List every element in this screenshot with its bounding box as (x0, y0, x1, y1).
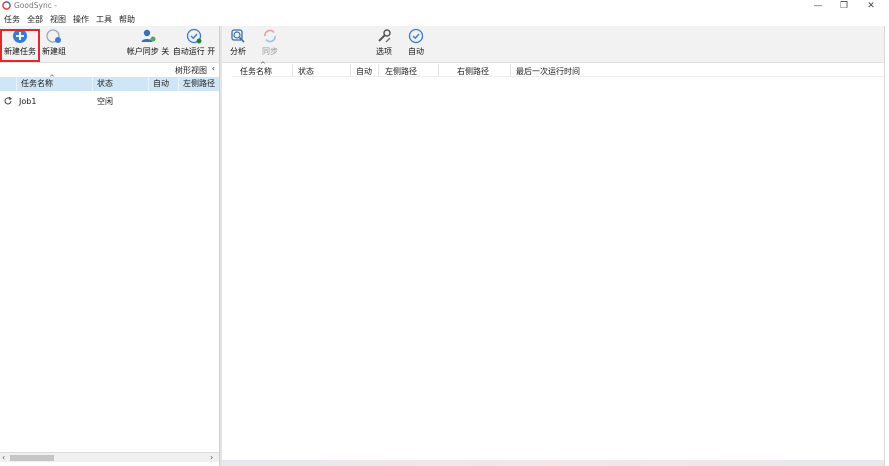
header-status[interactable]: 状态 (93, 77, 149, 91)
menu-help[interactable]: 帮助 (119, 14, 135, 25)
scroll-right-icon[interactable]: › (210, 453, 213, 462)
menu-action[interactable]: 操作 (73, 14, 89, 25)
magnifier-icon (231, 29, 245, 43)
options-button[interactable]: 选项 (372, 28, 396, 61)
rheader-status[interactable]: 状态 (298, 66, 314, 77)
user-icon (141, 29, 156, 42)
right-toolbar: 分析 同步 选项 自动 (222, 26, 884, 63)
column-divider[interactable] (438, 64, 439, 77)
close-icon[interactable]: ✕ (858, 0, 884, 12)
scrollbar-thumb[interactable] (10, 455, 54, 461)
analyze-label: 分析 (230, 47, 246, 56)
left-table-header: 任务名称 状态 自动 左侧路径 (0, 77, 219, 91)
column-divider[interactable] (378, 64, 379, 77)
restore-icon[interactable]: ❐ (831, 0, 857, 12)
header-spacer (0, 77, 17, 91)
scroll-left-icon[interactable]: ‹ (2, 453, 5, 462)
menu-all[interactable]: 全部 (27, 14, 43, 25)
sort-up-icon: ^ (260, 61, 266, 69)
header-job-name[interactable]: 任务名称 (17, 77, 93, 91)
clock-check-icon (408, 28, 424, 44)
column-divider[interactable] (510, 64, 511, 77)
auto-button[interactable]: 自动 (404, 28, 428, 61)
right-table-header: 任务名称 ^ 状态 自动 左侧路径 右侧路径 最后一次运行时间 (232, 61, 884, 77)
new-group-label: 新建组 (42, 47, 66, 56)
column-divider[interactable] (292, 64, 293, 77)
menu-bar: 任务 全部 视图 操作 工具 帮助 (0, 12, 889, 25)
auto-label: 自动 (408, 47, 424, 56)
right-scrollbar[interactable] (884, 26, 889, 466)
chevron-left-icon: ‹ (211, 64, 215, 73)
sort-up-icon: ^ (49, 74, 55, 82)
refresh-icon (4, 96, 12, 105)
sync-icon (264, 29, 276, 43)
account-sync-label: 帐户同步 关 (126, 47, 170, 56)
clock-check-icon (186, 28, 202, 44)
sync-button[interactable]: 同步 (258, 28, 282, 61)
options-label: 选项 (376, 47, 392, 56)
rheader-auto[interactable]: 自动 (356, 66, 372, 77)
menu-job[interactable]: 任务 (4, 14, 20, 25)
menu-tools[interactable]: 工具 (96, 14, 112, 25)
column-divider[interactable] (350, 64, 351, 77)
status-strip (222, 460, 884, 466)
new-group-button[interactable]: 新建组 (40, 28, 68, 61)
rheader-left-path[interactable]: 左侧路径 (385, 66, 417, 77)
header-auto[interactable]: 自动 (149, 77, 179, 91)
minimize-icon[interactable]: — (805, 0, 831, 12)
title-bar: GoodSync - — ❐ ✕ (0, 0, 889, 12)
wrench-icon (378, 29, 391, 43)
goodsync-logo-icon (2, 1, 11, 10)
rheader-right-path[interactable]: 右侧路径 (457, 66, 489, 77)
horizontal-scrollbar[interactable]: ‹ › (0, 452, 219, 462)
auto-run-button[interactable]: 自动运行 开 (172, 28, 216, 61)
auto-run-label: 自动运行 开 (172, 47, 216, 56)
job-name: Job1 (19, 96, 37, 106)
sync-label: 同步 (262, 47, 278, 56)
rheader-job-name[interactable]: 任务名称 (240, 66, 272, 77)
new-group-icon (46, 29, 61, 43)
selection-highlight (0, 29, 40, 62)
header-left-path[interactable]: 左侧路径 (179, 77, 219, 91)
job-status: 空闲 (97, 96, 113, 106)
menu-view[interactable]: 视图 (50, 14, 66, 25)
account-sync-button[interactable]: 帐户同步 关 (126, 28, 170, 61)
table-row[interactable]: Job1 空闲 (0, 94, 219, 108)
tree-view-label: 树形视图 (175, 66, 207, 75)
analyze-button[interactable]: 分析 (226, 28, 250, 61)
pane-splitter[interactable] (219, 26, 222, 466)
rheader-last-run[interactable]: 最后一次运行时间 (516, 66, 580, 77)
tree-view-toggle[interactable]: 树形视图 ‹ (0, 63, 219, 76)
window-title: GoodSync - (14, 1, 57, 10)
